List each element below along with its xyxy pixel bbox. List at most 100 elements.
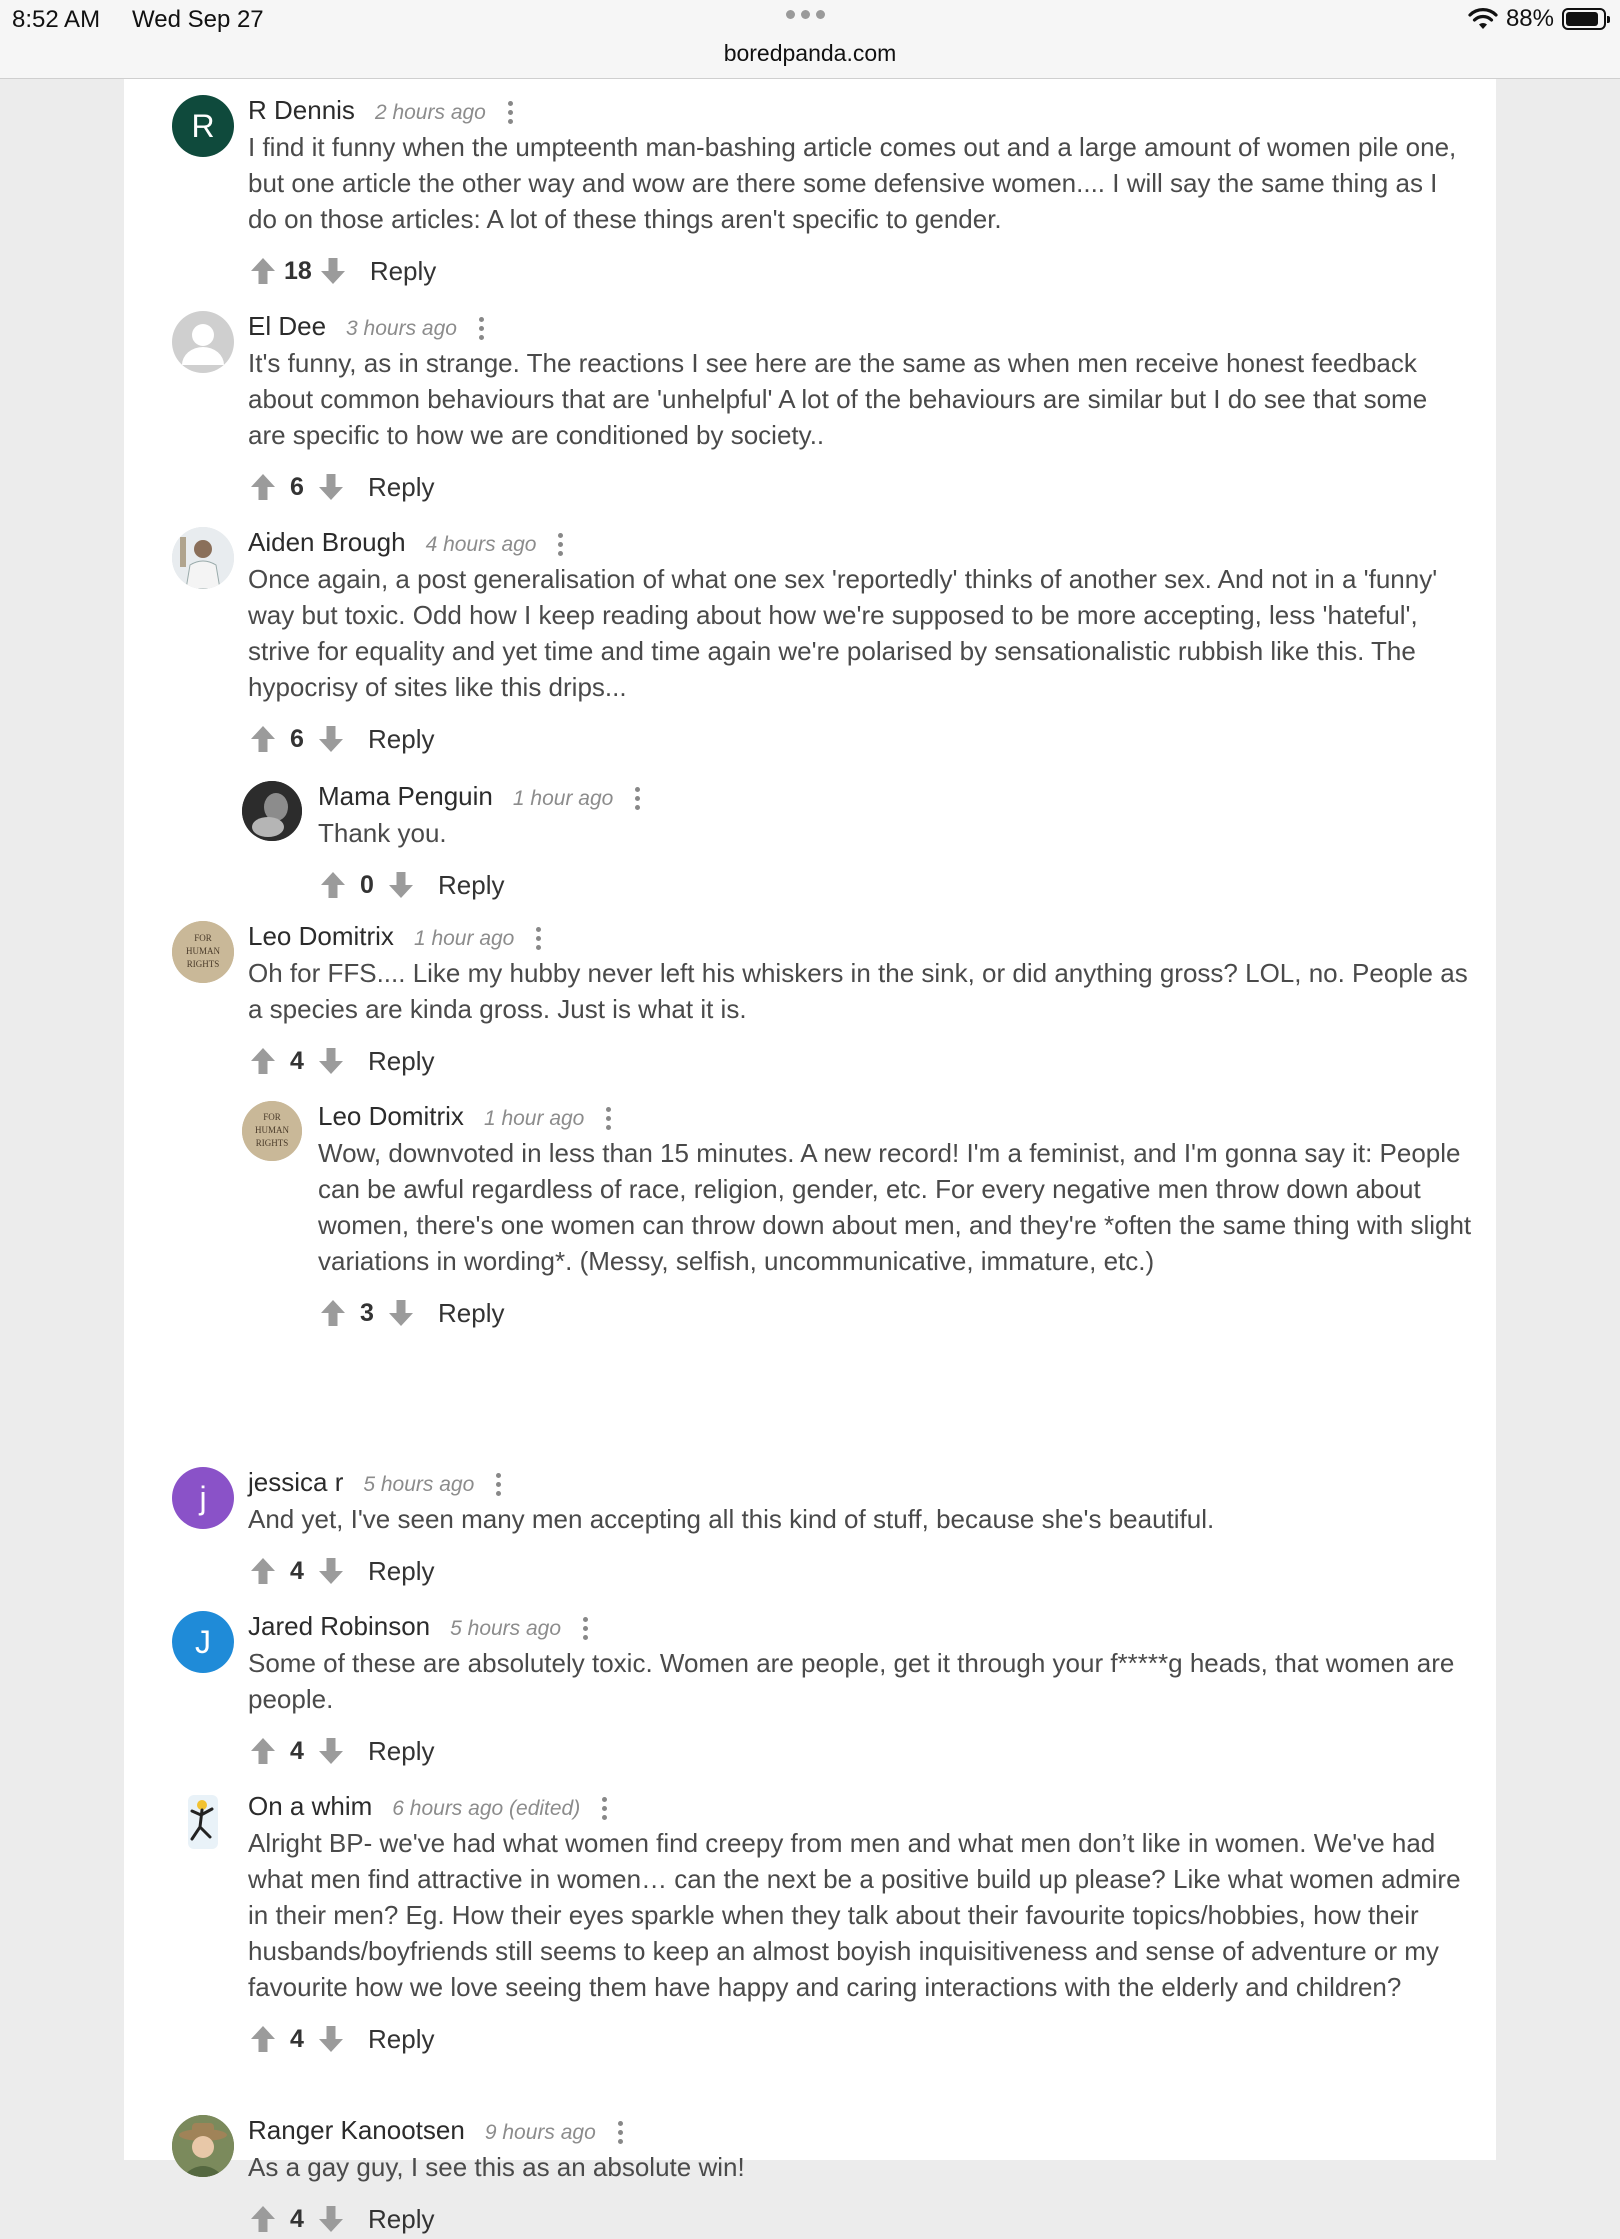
upvote-icon[interactable] [248,1044,278,1078]
vote-count: 4 [290,2024,304,2053]
vote-count: 6 [290,472,304,501]
comment-author[interactable]: R Dennis [248,95,355,126]
downvote-icon[interactable] [316,1044,346,1078]
upvote-icon[interactable] [318,1296,348,1330]
wifi-icon [1468,8,1498,29]
more-options-icon[interactable] [496,1472,502,1496]
comment-time: 6 hours ago (edited) [392,1797,581,1820]
more-options-icon[interactable] [602,1796,608,1820]
upvote-icon[interactable] [248,722,278,756]
comment-author[interactable]: Leo Domitrix [248,921,394,952]
reply-button[interactable]: Reply [368,2024,434,2055]
for-human-rights-badge-icon: FOR HUMAN RIGHTS [242,1101,302,1161]
browser-top-bar: 8:52 AM Wed Sep 27 88% boredpanda.com [0,0,1620,79]
status-right: 88% [1468,5,1610,33]
avatar[interactable] [172,311,234,373]
comment-text: Wow, downvoted in less than 15 minutes. … [318,1138,1472,1276]
comment-author[interactable]: Ranger Kanootsen [248,2115,465,2146]
badge-line: RIGHTS [187,959,220,969]
upvote-icon[interactable] [248,470,278,504]
comment-text: Thank you. [318,818,447,848]
comment-time: 4 hours ago [425,533,537,556]
comment-time: 1 hour ago [413,927,515,950]
vote-count: 18 [284,256,312,285]
comment-author[interactable]: On a whim [248,1791,372,1822]
reply-button[interactable]: Reply [368,1736,434,1767]
comment-text: It's funny, as in strange. The reactions… [248,348,1428,450]
vote-count: 4 [290,1046,304,1075]
comment-author[interactable]: Aiden Brough [248,527,406,558]
avatar[interactable]: R [172,95,234,157]
downvote-icon[interactable] [316,2202,346,2236]
comment-author[interactable]: Leo Domitrix [318,1101,464,1132]
downvote-icon[interactable] [386,1296,416,1330]
multitasking-dots-icon[interactable] [786,10,825,19]
battery-percent: 88% [1505,5,1554,32]
reply-button[interactable]: Reply [438,1298,504,1329]
more-options-icon[interactable] [558,532,564,556]
comment-text: I find it funny when the umpteenth man-b… [248,132,1457,234]
downvote-icon[interactable] [386,868,416,902]
avatar[interactable]: J [172,1611,234,1673]
downvote-icon[interactable] [316,2022,346,2056]
profile-photo-icon [242,781,302,841]
reply-button[interactable]: Reply [368,1046,434,1077]
badge-line: RIGHTS [256,1138,289,1148]
downvote-icon[interactable] [318,254,348,288]
upvote-icon[interactable] [248,1734,278,1768]
more-options-icon[interactable] [583,1616,589,1640]
comment-text: Once again, a post generalisation of wha… [248,564,1438,702]
comment-time: 5 hours ago [450,1617,562,1640]
comment-author[interactable]: Jared Robinson [248,1611,430,1642]
downvote-icon[interactable] [316,722,346,756]
avatar[interactable] [172,527,234,589]
reply-button[interactable]: Reply [438,870,504,901]
comment-author[interactable]: Mama Penguin [318,781,493,812]
upvote-icon[interactable] [248,1554,278,1588]
comment-author[interactable]: El Dee [248,311,326,342]
comment-time: 9 hours ago [484,2121,596,2144]
status-date: Wed Sep 27 [132,6,264,33]
badge-line: HUMAN [186,946,221,956]
downvote-icon[interactable] [316,1734,346,1768]
avatar[interactable]: FOR HUMAN RIGHTS [172,921,234,983]
upvote-icon[interactable] [248,2022,278,2056]
upvote-icon[interactable] [248,254,278,288]
downvote-icon[interactable] [316,470,346,504]
reply-button[interactable]: Reply [368,1556,434,1587]
dancing-figure-icon [188,1795,218,1849]
more-options-icon[interactable] [617,2120,623,2144]
more-options-icon[interactable] [536,926,542,950]
avatar[interactable]: j [172,1467,234,1529]
comment-text: And yet, I've seen many men accepting al… [248,1504,1215,1534]
address-bar[interactable]: boredpanda.com [0,40,1620,67]
vote-count: 4 [290,2204,304,2233]
comment-text: Alright BP- we've had what women find cr… [248,1828,1461,2002]
profile-photo-icon [172,2115,234,2177]
default-user-icon [182,324,224,365]
upvote-icon[interactable] [248,2202,278,2236]
vote-count: 6 [290,724,304,753]
comment-author[interactable]: jessica r [248,1467,343,1498]
avatar[interactable]: FOR HUMAN RIGHTS [242,1101,302,1161]
badge-line: HUMAN [255,1125,290,1135]
more-options-icon[interactable] [606,1106,612,1130]
reply-button[interactable]: Reply [370,256,436,287]
more-options-icon[interactable] [507,100,513,124]
comment-text: Oh for FFS.... Like my hubby never left … [248,958,1468,1024]
vote-count: 3 [360,1298,374,1327]
comment-text: Some of these are absolutely toxic. Wome… [248,1648,1455,1714]
downvote-icon[interactable] [316,1554,346,1588]
profile-photo-icon [172,527,234,589]
avatar[interactable] [172,2115,234,2177]
vote-count: 4 [290,1736,304,1765]
comment-time: 1 hour ago [512,787,614,810]
upvote-icon[interactable] [318,868,348,902]
avatar[interactable] [242,781,302,841]
more-options-icon[interactable] [635,786,641,810]
avatar[interactable] [172,1791,234,1853]
reply-button[interactable]: Reply [368,2204,434,2235]
more-options-icon[interactable] [478,316,484,340]
reply-button[interactable]: Reply [368,724,434,755]
reply-button[interactable]: Reply [368,472,434,503]
